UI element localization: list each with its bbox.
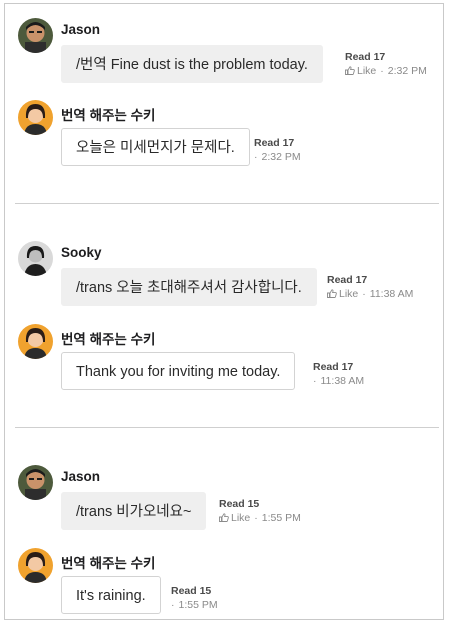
timestamp: 1:55 PM bbox=[261, 512, 301, 524]
avatar-sooky[interactable] bbox=[18, 241, 53, 276]
sender-name: Jason bbox=[61, 469, 101, 484]
message-bubble[interactable]: Thank you for inviting me today. bbox=[61, 352, 296, 390]
divider bbox=[15, 427, 439, 428]
message-bubble[interactable]: /번역 Fine dust is the problem today. bbox=[61, 45, 323, 83]
separator-dot: · bbox=[362, 288, 366, 300]
read-count: Read 17 bbox=[313, 361, 354, 373]
sender-name: Sooky bbox=[61, 245, 102, 260]
message-bubble[interactable]: 오늘은 미세먼지가 문제다. bbox=[61, 128, 250, 166]
thumbs-up-icon[interactable] bbox=[345, 66, 355, 75]
sender-name: Jason bbox=[61, 22, 101, 37]
separator-dot: · bbox=[313, 375, 317, 387]
thumbs-up-icon[interactable] bbox=[327, 289, 337, 298]
read-count: Read 17 bbox=[327, 274, 368, 286]
sender-name: 번역 해주는 수키 bbox=[61, 556, 156, 571]
message-meta: Read 17 · 11:38 AM bbox=[313, 360, 364, 388]
timestamp: 1:55 PM bbox=[178, 599, 218, 611]
message-bubble[interactable]: /trans 오늘 초대해주셔서 감사합니다. bbox=[61, 268, 317, 306]
timestamp: 11:38 AM bbox=[369, 288, 414, 300]
avatar-jason[interactable] bbox=[18, 18, 53, 53]
message-meta: Read 17 Like · 2:32 PM bbox=[345, 50, 427, 78]
separator-dot: · bbox=[380, 65, 384, 77]
separator-dot: · bbox=[171, 599, 175, 611]
timestamp: 2:32 PM bbox=[261, 151, 301, 163]
separator-dot: · bbox=[254, 512, 258, 524]
read-count: Read 15 bbox=[171, 585, 212, 597]
sender-name: 번역 해주는 수키 bbox=[61, 332, 156, 347]
read-count: Read 17 bbox=[254, 137, 295, 149]
avatar-suki[interactable] bbox=[18, 100, 53, 135]
like-link[interactable]: Like bbox=[357, 65, 376, 77]
like-link[interactable]: Like bbox=[231, 512, 250, 524]
thumbs-up-icon[interactable] bbox=[219, 513, 229, 522]
like-link[interactable]: Like bbox=[339, 288, 358, 300]
sender-name: 번역 해주는 수키 bbox=[61, 108, 156, 123]
divider bbox=[15, 203, 439, 204]
message-meta: Read 17 · 2:32 PM bbox=[254, 136, 301, 164]
avatar-jason[interactable] bbox=[18, 465, 53, 500]
timestamp: 11:38 AM bbox=[320, 375, 365, 387]
chat-panel: Jason /번역 Fine dust is the problem today… bbox=[4, 3, 444, 620]
message-meta: Read 15 Like · 1:55 PM bbox=[219, 497, 301, 525]
timestamp: 2:32 PM bbox=[387, 65, 427, 77]
message-bubble[interactable]: /trans 비가오네요~ bbox=[61, 492, 207, 530]
message-bubble[interactable]: It's raining. bbox=[61, 576, 161, 614]
message-meta: Read 15 · 1:55 PM bbox=[171, 584, 218, 612]
avatar-suki[interactable] bbox=[18, 324, 53, 359]
separator-dot: · bbox=[254, 151, 258, 163]
read-count: Read 17 bbox=[345, 51, 386, 63]
read-count: Read 15 bbox=[219, 498, 260, 510]
avatar-suki[interactable] bbox=[18, 548, 53, 583]
message-meta: Read 17 Like · 11:38 AM bbox=[327, 273, 413, 301]
